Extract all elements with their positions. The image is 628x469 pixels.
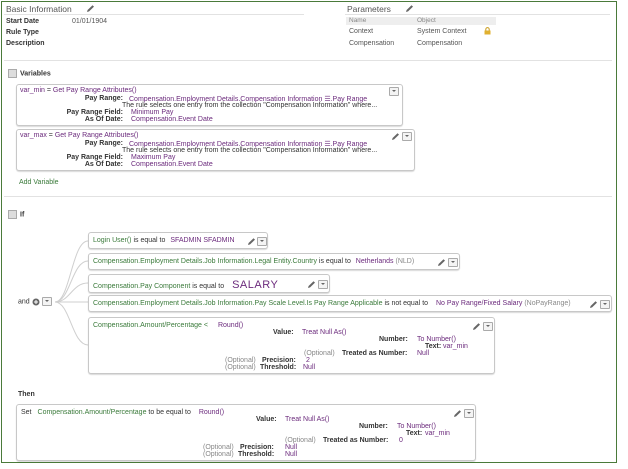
and-label: and (18, 298, 30, 306)
condition-dropdown[interactable] (318, 280, 328, 289)
treated-as-number-value[interactable]: 0 (399, 437, 403, 444)
text-value[interactable]: var_min (425, 430, 450, 437)
optional-label: (Optional) (304, 350, 335, 357)
treated-as-number-value[interactable]: Null (417, 350, 429, 357)
optional-label: (Optional) (225, 357, 256, 364)
condition-card[interactable]: Compensation.Employment Details.Job Info… (88, 295, 612, 312)
threshold-value[interactable]: Null (285, 451, 297, 458)
optional-label: (Optional) (203, 444, 234, 451)
threshold-label: Threshold: (238, 451, 275, 458)
edit-icon[interactable] (453, 409, 462, 418)
condition-dropdown[interactable] (448, 258, 458, 267)
action-dropdown[interactable] (464, 409, 474, 418)
treated-as-number-label: Treated as Number: (342, 350, 408, 357)
number-label: Number: (379, 336, 408, 343)
condition-card[interactable]: Login User() is equal to SFADMIN SFADMIN (88, 232, 268, 249)
value-function[interactable]: Treat Null As() (285, 416, 329, 423)
add-circle-icon[interactable] (32, 298, 40, 306)
edit-icon[interactable] (307, 280, 316, 289)
condition-dropdown[interactable] (600, 300, 610, 309)
precision-value[interactable]: 2 (306, 357, 310, 364)
optional-label: (Optional) (203, 451, 234, 458)
condition-expression[interactable]: Login User() is equal to SFADMIN SFADMIN (93, 237, 235, 244)
number-function[interactable]: To Number() (417, 336, 456, 343)
number-function[interactable]: To Number() (397, 423, 436, 430)
action-card[interactable]: Set Compensation.Amount/Percentage to be … (16, 404, 476, 461)
optional-label: (Optional) (285, 437, 316, 444)
and-dropdown[interactable] (41, 297, 52, 306)
value-function[interactable]: Treat Null As() (302, 329, 346, 336)
text-label: Text: (425, 343, 442, 350)
action-expression[interactable]: Set Compensation.Amount/Percentage to be … (21, 409, 224, 416)
optional-label: (Optional) (225, 364, 256, 371)
condition-card[interactable]: Compensation.Amount/Percentage < Round()… (88, 317, 495, 374)
edit-icon[interactable] (437, 258, 446, 267)
condition-dropdown[interactable] (483, 322, 493, 331)
condition-expression[interactable]: Compensation.Pay Component is equal to S… (93, 279, 278, 291)
and-operator[interactable]: and (18, 297, 52, 306)
condition-card[interactable]: Compensation.Employment Details.Job Info… (88, 253, 460, 270)
value-label: Value: (273, 329, 294, 336)
precision-label: Precision: (262, 357, 296, 364)
precision-label: Precision: (240, 444, 274, 451)
threshold-label: Threshold: (260, 364, 297, 371)
value-label: Value: (256, 416, 277, 423)
condition-expression[interactable]: Compensation.Employment Details.Job Info… (93, 300, 571, 307)
condition-card[interactable]: Compensation.Pay Component is equal to S… (88, 274, 330, 293)
text-label: Text: (406, 430, 423, 437)
treated-as-number-label: Treated as Number: (323, 437, 389, 444)
number-label: Number: (359, 423, 388, 430)
condition-dropdown[interactable] (257, 237, 267, 246)
edit-icon[interactable] (247, 237, 256, 246)
precision-value[interactable]: Null (285, 444, 297, 451)
edit-icon[interactable] (472, 322, 481, 331)
text-value[interactable]: var_min (443, 343, 468, 350)
condition-expression[interactable]: Compensation.Employment Details.Job Info… (93, 258, 414, 265)
threshold-value[interactable]: Null (303, 364, 315, 371)
condition-expression[interactable]: Compensation.Amount/Percentage < Round() (93, 322, 243, 329)
edit-icon[interactable] (589, 300, 598, 309)
then-header: Then (18, 391, 35, 398)
